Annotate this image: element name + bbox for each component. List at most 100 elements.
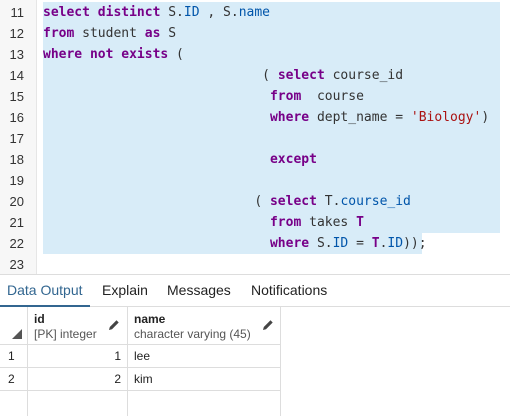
sql-keyword: as [144, 26, 161, 41]
line-number: 20 [9, 194, 24, 209]
sql-text: takes [301, 215, 357, 230]
sql-text: ( [43, 68, 278, 83]
sql-keyword: T [371, 236, 380, 251]
sql-text: )); [403, 236, 427, 251]
sql-identifier: ID [332, 236, 349, 251]
sql-text: S. [168, 5, 184, 20]
sql-keyword: select [277, 68, 325, 83]
sql-text: , S. [199, 5, 239, 20]
sql-text: ( [168, 47, 184, 62]
pencil-icon[interactable] [262, 319, 274, 331]
sql-identifier: course_id [340, 194, 411, 209]
code-text[interactable]: where dept_name = 'Biology') [43, 107, 489, 128]
row-number [0, 391, 28, 416]
code-line[interactable]: 12 from student as S [0, 23, 510, 44]
tab-explain[interactable]: Explain [102, 275, 148, 307]
sql-keyword: from [43, 26, 75, 41]
code-line[interactable]: 18 except [0, 149, 510, 170]
grid-corner[interactable] [0, 307, 28, 345]
column-header-name[interactable]: name character varying (45) [128, 307, 281, 345]
code-line[interactable]: 16 where dept_name = 'Biology') [0, 107, 510, 128]
code-text[interactable]: ( select course_id [43, 65, 403, 86]
code-line[interactable]: 11 select distinct S.ID , S.name [0, 2, 510, 23]
code-text[interactable]: except [43, 149, 317, 170]
sql-text: S [160, 26, 177, 41]
line-number: 15 [9, 89, 24, 104]
tab-messages[interactable]: Messages [167, 275, 231, 307]
sql-text: S. [309, 236, 333, 251]
sql-editor[interactable]: 11 select distinct S.ID , S.name 12 from st… [0, 0, 510, 274]
line-number: 14 [9, 68, 24, 83]
sql-text: = [348, 236, 372, 251]
line-number: 22 [9, 236, 24, 251]
sql-keyword: where not exists [43, 47, 169, 62]
sql-text: course_id [324, 68, 404, 83]
empty-cell [28, 391, 128, 416]
tab-data-output[interactable]: Data Output [0, 275, 90, 307]
code-line[interactable]: 23 [0, 254, 510, 275]
code-line[interactable]: 21 from takes T [0, 212, 510, 233]
empty-cell [128, 391, 281, 416]
line-number: 13 [9, 47, 24, 62]
sql-string: 'Biology' [410, 110, 482, 125]
sql-keyword: from [269, 215, 302, 230]
column-type: character varying (45) [134, 327, 251, 341]
line-number: 17 [9, 131, 24, 146]
cell-id[interactable]: 1 [28, 345, 128, 368]
sql-keyword: select distinct [43, 5, 169, 20]
line-number: 19 [9, 173, 24, 188]
code-line[interactable]: 19 [0, 170, 510, 191]
cell-id[interactable]: 2 [28, 368, 128, 391]
code-line[interactable]: 20 ( select T.course_id [0, 191, 510, 212]
column-header-id[interactable]: id [PK] integer [28, 307, 128, 345]
tab-notifications[interactable]: Notifications [251, 275, 327, 307]
data-output-grid: id [PK] integer name character varying (… [0, 307, 510, 416]
sort-corner-icon [12, 329, 22, 339]
code-line[interactable]: 17 [0, 128, 510, 149]
results-tab-bar: Data Output Explain Messages Notificatio… [0, 274, 510, 307]
sql-identifier: name [238, 5, 270, 20]
line-number: 11 [10, 5, 25, 20]
sql-keyword: except [269, 152, 317, 167]
code-text[interactable]: where not exists ( [43, 44, 184, 65]
sql-identifier: ID [387, 236, 404, 251]
sql-keyword: select [269, 194, 317, 209]
code-text[interactable]: from course [43, 86, 364, 107]
line-number: 16 [9, 110, 24, 125]
line-number: 18 [9, 152, 24, 167]
sql-text: ( [43, 194, 270, 209]
row-number[interactable]: 1 [0, 345, 28, 368]
sql-keyword: from [269, 89, 302, 104]
sql-keyword: where [269, 110, 310, 125]
column-name: name [134, 312, 166, 326]
sql-text: course [301, 89, 364, 104]
code-line[interactable]: 13 where not exists ( [0, 44, 510, 65]
code-text[interactable]: from student as S [43, 23, 176, 44]
sql-text: dept_name = [309, 110, 411, 125]
sql-keyword: T [356, 215, 364, 230]
code-text[interactable]: from takes T [43, 212, 364, 233]
code-line[interactable]: 15 from course [0, 86, 510, 107]
code-text[interactable]: select distinct S.ID , S.name [43, 2, 270, 23]
row-number[interactable]: 2 [0, 368, 28, 391]
column-type: [PK] integer [34, 327, 97, 341]
sql-text: student [74, 26, 145, 41]
code-text[interactable]: where S.ID = T.ID)); [43, 233, 427, 254]
code-line[interactable]: 14 ( select course_id [0, 65, 510, 86]
column-name: id [34, 312, 45, 326]
line-number: 23 [9, 257, 24, 272]
sql-text: ) [481, 110, 490, 125]
sql-identifier: ID [183, 5, 200, 20]
cell-name[interactable]: lee [128, 345, 281, 368]
sql-text: T. [316, 194, 341, 209]
pencil-icon[interactable] [108, 319, 120, 331]
line-number: 21 [9, 215, 24, 230]
cell-name[interactable]: kim [128, 368, 281, 391]
code-line[interactable]: 22 where S.ID = T.ID)); [0, 233, 510, 254]
line-number: 12 [9, 26, 24, 41]
code-text[interactable]: ( select T.course_id [43, 191, 411, 212]
